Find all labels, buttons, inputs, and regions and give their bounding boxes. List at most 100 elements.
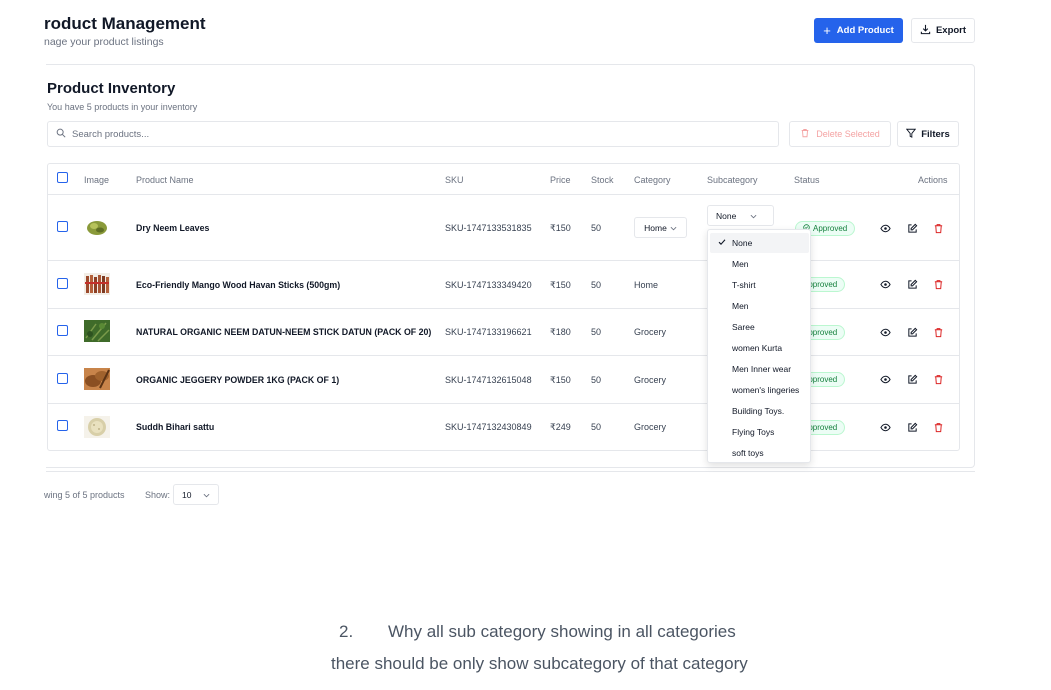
column-header-stock: Stock: [591, 175, 614, 185]
dropdown-option-label: T-shirt: [732, 280, 756, 290]
dropdown-option[interactable]: Men: [710, 254, 809, 274]
dropdown-option-label: None: [732, 238, 753, 248]
trash-icon[interactable]: [932, 421, 944, 433]
search-input[interactable]: [72, 128, 672, 140]
product-price: ₹180: [550, 327, 571, 337]
dropdown-option[interactable]: women Kurta: [710, 338, 809, 358]
product-thumbnail: [84, 416, 110, 438]
delete-selected-label: Delete Selected: [816, 129, 880, 139]
edit-icon[interactable]: [906, 373, 918, 385]
product-thumbnail: [84, 368, 110, 390]
page-title: roduct Management: [44, 14, 206, 33]
search-icon: [56, 125, 66, 143]
eye-icon[interactable]: [879, 222, 891, 234]
status-badge-label: Approved: [813, 224, 848, 233]
check-icon: [718, 238, 726, 248]
product-price: ₹249: [550, 422, 571, 432]
column-header-actions: Actions: [918, 175, 948, 185]
product-price: ₹150: [550, 223, 571, 233]
chevron-down-icon: [750, 211, 757, 221]
search-box[interactable]: [47, 121, 779, 147]
edit-icon[interactable]: [906, 326, 918, 338]
export-button[interactable]: Export: [911, 18, 975, 43]
dropdown-option-label: Building Toys.: [732, 406, 785, 416]
delete-selected-button[interactable]: Delete Selected: [789, 121, 891, 147]
page-size-value: 10: [182, 489, 192, 500]
page-size-label: Show:: [145, 490, 171, 500]
dropdown-option[interactable]: None: [710, 233, 809, 253]
product-sku: SKU-1747133196621: [445, 327, 532, 337]
products-table: [47, 163, 960, 451]
dropdown-option[interactable]: Flying Toys: [710, 422, 809, 442]
dropdown-option[interactable]: Men Inner wear: [710, 359, 809, 379]
row-checkbox[interactable]: [57, 278, 68, 289]
product-stock: 50: [591, 327, 602, 337]
inventory-title: Product Inventory: [47, 80, 176, 97]
product-stock: 50: [591, 375, 602, 385]
edit-icon[interactable]: [906, 278, 918, 290]
product-name: Dry Neem Leaves: [136, 223, 210, 233]
download-icon: [920, 24, 931, 38]
product-category: Grocery: [634, 375, 667, 385]
dropdown-option-label: women's lingeries: [732, 385, 800, 395]
product-name: Eco-Friendly Mango Wood Havan Sticks (50…: [136, 280, 341, 290]
product-name: Suddh Bihari sattu: [136, 422, 215, 432]
trash-icon[interactable]: [932, 326, 944, 338]
row-checkbox[interactable]: [57, 325, 68, 336]
inventory-subtitle: You have 5 products in your inventory: [47, 102, 198, 112]
product-thumbnail: [84, 217, 110, 239]
row-divider: [47, 194, 960, 195]
product-category: Grocery: [634, 422, 667, 432]
dropdown-option[interactable]: T-shirt: [710, 275, 809, 295]
eye-icon[interactable]: [879, 373, 891, 385]
dropdown-option-label: Saree: [732, 322, 755, 332]
dropdown-option-label: Men: [732, 301, 749, 311]
select-all-checkbox[interactable]: [57, 172, 68, 183]
row-checkbox[interactable]: [57, 221, 68, 232]
subcategory-select-value: None: [716, 210, 737, 221]
dropdown-option[interactable]: Men: [710, 296, 809, 316]
page-size-select[interactable]: 10: [173, 484, 219, 505]
dropdown-option-label: Flying Toys: [732, 427, 775, 437]
product-sku: SKU-1747132430849: [445, 422, 532, 432]
trash-icon[interactable]: [932, 278, 944, 290]
dropdown-option[interactable]: Building Toys.: [710, 401, 809, 421]
row-checkbox[interactable]: [57, 420, 68, 431]
edit-icon[interactable]: [906, 421, 918, 433]
filters-button[interactable]: Filters: [897, 121, 959, 147]
column-header-status: Status: [794, 175, 820, 185]
column-header-product-name: Product Name: [136, 175, 194, 185]
issue-text: Why all sub category showing in all cate…: [388, 622, 736, 641]
eye-icon[interactable]: [879, 326, 891, 338]
subcategory-select[interactable]: None: [707, 205, 774, 226]
trash-icon[interactable]: [932, 373, 944, 385]
plus-icon: +: [823, 23, 831, 38]
eye-icon[interactable]: [879, 421, 891, 433]
product-sku: SKU-1747133531835: [445, 223, 532, 233]
page-subtitle: nage your product listings: [44, 36, 164, 48]
category-select[interactable]: Home: [634, 217, 687, 238]
product-sku: SKU-1747133349420: [445, 280, 532, 290]
product-stock: 50: [591, 280, 602, 290]
row-divider: [47, 403, 960, 404]
dropdown-option[interactable]: Saree: [710, 317, 809, 337]
dropdown-option[interactable]: soft toys: [710, 443, 809, 463]
column-header-price: Price: [550, 175, 571, 185]
product-category: Home: [634, 280, 659, 290]
footer-divider: [46, 471, 975, 472]
product-price: ₹150: [550, 280, 571, 290]
dropdown-option[interactable]: women's lingeries: [710, 380, 809, 400]
add-product-button[interactable]: + Add Product: [814, 18, 903, 43]
chevron-down-icon: [670, 223, 677, 233]
column-header-subcategory: Subcategory: [707, 175, 758, 185]
product-name: NATURAL ORGANIC NEEM DATUN-NEEM STICK DA…: [136, 327, 432, 337]
row-divider: [47, 308, 960, 309]
dropdown-option-label: Men Inner wear: [732, 364, 792, 374]
issue-number: 2.: [339, 622, 354, 641]
row-checkbox[interactable]: [57, 373, 68, 384]
issue-comment-line-1: 2. Why all sub category showing in all ca…: [339, 622, 736, 642]
filter-icon: [906, 128, 917, 141]
edit-icon[interactable]: [906, 222, 918, 234]
trash-icon[interactable]: [932, 222, 944, 234]
eye-icon[interactable]: [879, 278, 891, 290]
